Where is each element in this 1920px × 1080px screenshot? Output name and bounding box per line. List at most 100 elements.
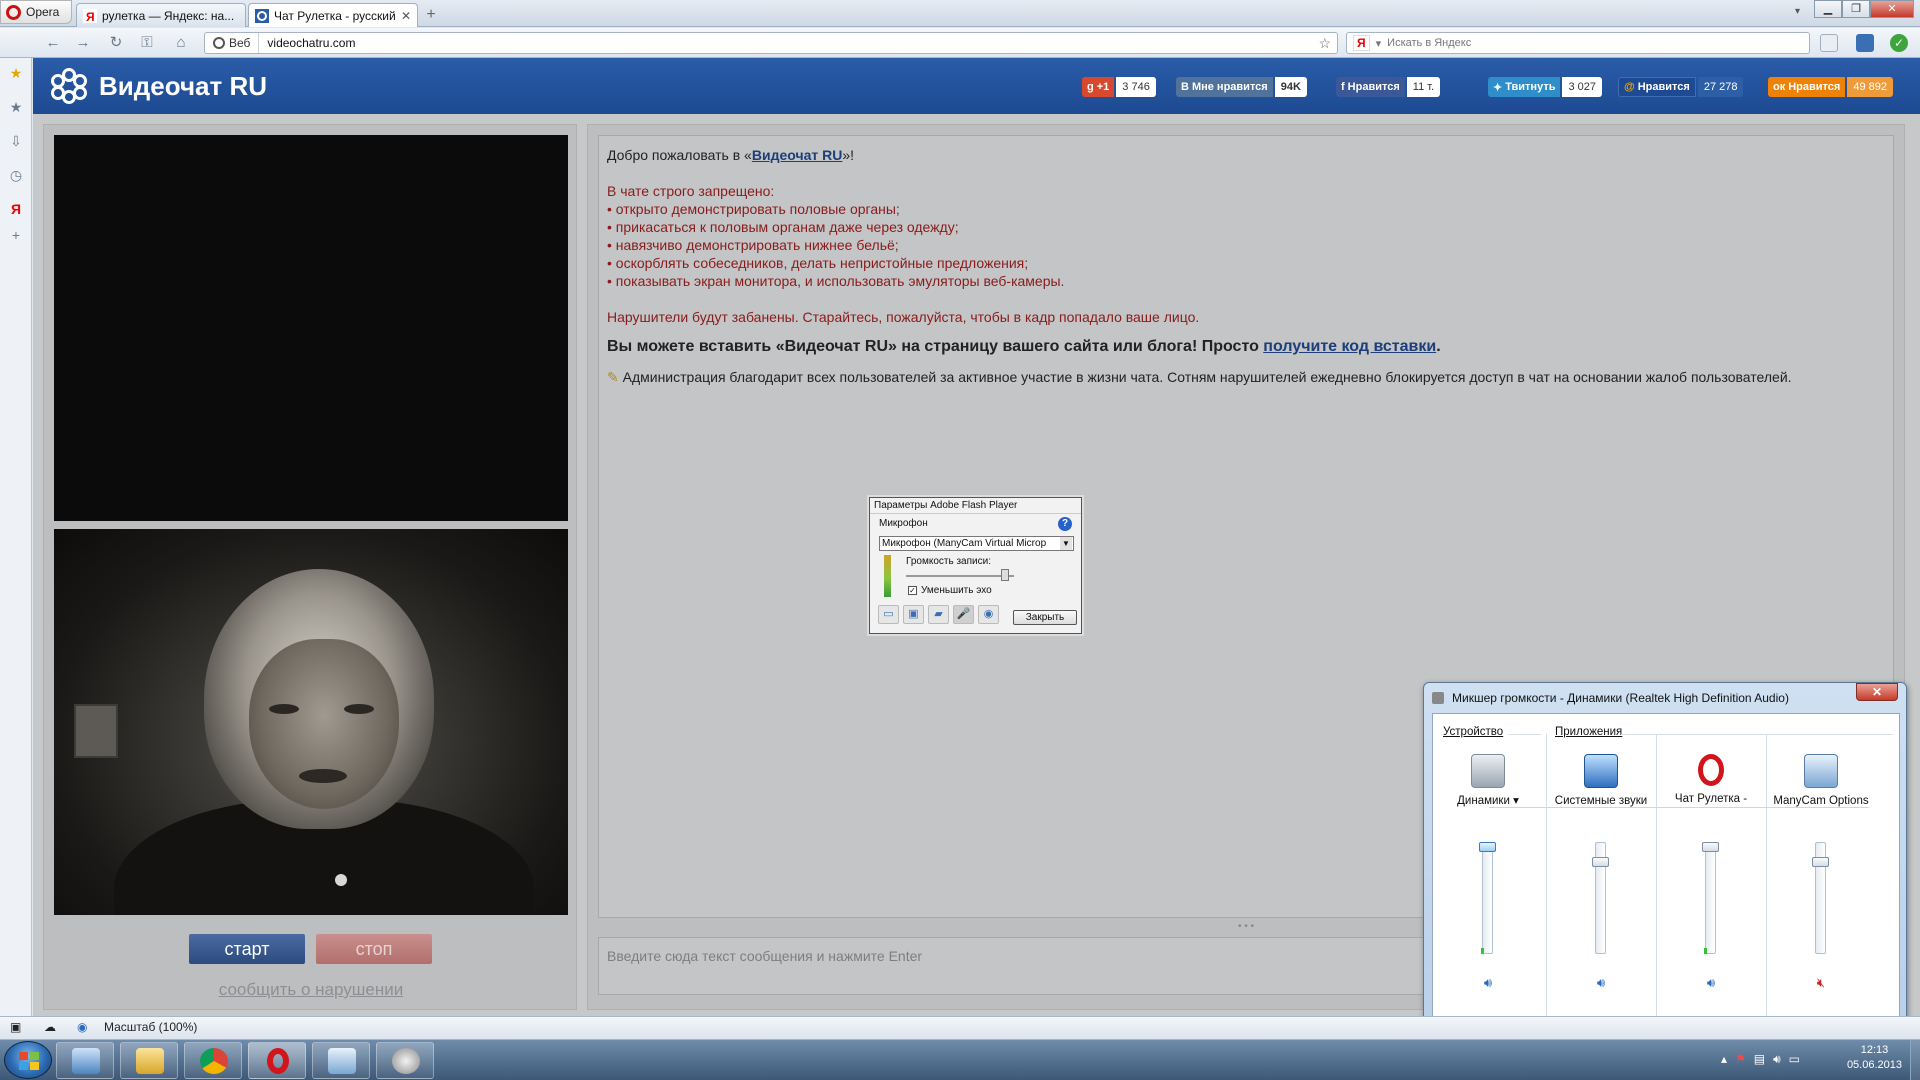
search-dropdown-icon[interactable]: ▾: [1376, 37, 1382, 50]
tab-close-icon[interactable]: ✕: [401, 9, 411, 23]
odnoklassniki-like-widget[interactable]: ок Нравится 49 892: [1768, 77, 1893, 97]
chevron-down-icon[interactable]: ▾: [1513, 795, 1519, 807]
clock[interactable]: 12:13 05.06.2013: [1847, 1043, 1902, 1073]
history-icon[interactable]: ◷: [7, 166, 25, 184]
add-panel-icon[interactable]: +: [7, 226, 25, 244]
taskbar-item-explorer[interactable]: [120, 1042, 178, 1079]
volume-slider[interactable]: [1479, 842, 1496, 852]
volume-track[interactable]: [1482, 842, 1493, 954]
channel-name[interactable]: Динамики ▾: [1433, 794, 1543, 809]
globe-icon: [213, 37, 225, 49]
mailru-like-widget[interactable]: @ Нравится 27 278: [1618, 77, 1744, 97]
taskbar-item-manycam[interactable]: [312, 1042, 370, 1079]
tab-yandex[interactable]: Я рулетка — Яндекс: на...: [76, 3, 246, 27]
home-button[interactable]: ⌂: [170, 33, 192, 53]
storage-tab-icon[interactable]: ▰: [928, 605, 949, 624]
tweet-button[interactable]: ✦ Твитнуть: [1488, 77, 1561, 97]
show-desktop-button[interactable]: [1910, 1040, 1920, 1080]
start-button[interactable]: старт: [189, 934, 305, 964]
address-bar[interactable]: Веб videochatru.com ☆: [204, 32, 1338, 54]
taskbar-item-chrome[interactable]: [184, 1042, 242, 1079]
folder-icon: [136, 1048, 164, 1074]
microphone-select[interactable]: Микрофон (ManyCam Virtual Microp ▼: [879, 536, 1074, 551]
panel-toggle-icon[interactable]: ▣: [10, 1020, 21, 1034]
rule-item: • навязчиво демонстрировать нижнее бельё…: [607, 237, 899, 253]
ban-warning: Нарушители будут забанены. Старайтесь, п…: [607, 309, 1200, 325]
google-plus-widget[interactable]: g +1 3 746: [1082, 77, 1156, 97]
facebook-like-button[interactable]: f Нравится: [1336, 77, 1405, 97]
help-icon[interactable]: ?: [1058, 517, 1072, 531]
mute-button[interactable]: 🔊︎: [1592, 975, 1610, 990]
echo-reduction-option[interactable]: ✓ Уменьшить эхо: [908, 585, 992, 596]
windows-taskbar: ▴ ⚑ ▤ 🔊︎ ▭ 12:13 05.06.2013: [0, 1039, 1920, 1080]
network-warning-icon[interactable]: ⚑: [1735, 1052, 1746, 1067]
bookmarks-icon[interactable]: ★: [7, 98, 25, 116]
display-tray-icon[interactable]: ▭: [1789, 1052, 1800, 1067]
minimize-button[interactable]: ▁: [1814, 0, 1842, 18]
new-tab-button[interactable]: +: [421, 5, 441, 25]
echo-checkbox[interactable]: ✓: [908, 586, 917, 595]
back-button[interactable]: ←: [42, 33, 64, 53]
opera-menu-button[interactable]: Opera: [0, 0, 72, 24]
google-plus-button[interactable]: g +1: [1082, 77, 1115, 97]
tweet-widget[interactable]: ✦ Твитнуть 3 027: [1488, 77, 1603, 97]
vk-like-button[interactable]: В Мне нравится: [1176, 77, 1273, 97]
volume-slider[interactable]: [1592, 857, 1609, 868]
apps-group-label: Приложения: [1555, 726, 1623, 738]
mixer-close-button[interactable]: ✕: [1856, 683, 1898, 701]
taskbar-item-opera[interactable]: [248, 1042, 306, 1079]
mute-button[interactable]: 🔊︎: [1479, 975, 1497, 990]
mute-button[interactable]: 🔊︎: [1702, 975, 1720, 990]
record-volume-slider[interactable]: [1001, 569, 1010, 581]
tab-chat-roulette[interactable]: Чат Рулетка - русский... ✕: [248, 3, 418, 27]
vk-like-widget[interactable]: В Мне нравится 94K: [1176, 77, 1307, 97]
page-icon[interactable]: [1820, 34, 1838, 52]
volume-slider[interactable]: [1702, 842, 1719, 852]
turbo-icon[interactable]: ◉: [77, 1020, 87, 1034]
start-button-windows[interactable]: [4, 1041, 52, 1079]
downloads-icon[interactable]: ⇩: [7, 132, 25, 150]
url-text[interactable]: videochatru.com: [259, 36, 1318, 50]
report-violation-link[interactable]: сообщить о нарушении: [44, 980, 578, 1000]
key-icon[interactable]: ⚿: [136, 33, 158, 53]
restore-button[interactable]: ❐: [1842, 0, 1870, 18]
facebook-like-widget[interactable]: f Нравится 11 т.: [1336, 77, 1441, 97]
window-close-button[interactable]: ✕: [1870, 0, 1914, 18]
speaker-tray-icon[interactable]: 🔊︎: [1773, 1052, 1781, 1067]
muted-speaker-icon[interactable]: 🔇︎: [1812, 975, 1830, 990]
checkmark-icon[interactable]: ✓: [1890, 34, 1908, 52]
system-sounds-icon: [1584, 754, 1618, 788]
forward-button[interactable]: →: [72, 33, 94, 53]
network-icon[interactable]: ▤: [1754, 1052, 1765, 1067]
camera-tab-icon[interactable]: ◉: [978, 605, 999, 624]
search-field[interactable]: Я ▾ Искать в Яндекс: [1346, 32, 1810, 54]
zoom-indicator[interactable]: Масштаб (100%): [104, 1020, 197, 1034]
taskbar-item-desktop[interactable]: [56, 1042, 114, 1079]
site-logo[interactable]: Видеочат RU: [51, 68, 267, 104]
yandex-search-icon[interactable]: Я: [1353, 35, 1370, 51]
star-icon[interactable]: ★: [7, 64, 25, 82]
bookmark-star-icon[interactable]: ☆: [1318, 35, 1337, 52]
flash-close-button[interactable]: Закрыть: [1013, 610, 1077, 625]
cloud-icon[interactable]: ☁: [44, 1020, 56, 1034]
microphone-tab-icon[interactable]: 🎤: [953, 605, 974, 624]
mailru-like-button[interactable]: @ Нравится: [1618, 77, 1696, 97]
tray-expand-icon[interactable]: ▴: [1721, 1052, 1727, 1067]
volume-track[interactable]: [1705, 842, 1716, 954]
stop-button[interactable]: стоп: [316, 934, 432, 964]
taskbar-item-mixer[interactable]: [376, 1042, 434, 1079]
display-tab-icon[interactable]: ▣: [903, 605, 924, 624]
odnoklassniki-like-button[interactable]: ок Нравится: [1768, 77, 1846, 97]
google-plus-label: +1: [1096, 81, 1110, 93]
yandex-icon[interactable]: Я: [7, 200, 25, 218]
web-mode-badge[interactable]: Веб: [205, 33, 260, 53]
download-icon[interactable]: [1856, 34, 1874, 52]
embed-code-link[interactable]: получите код вставки: [1263, 338, 1436, 355]
tweet-count: 3 027: [1562, 77, 1603, 97]
privacy-tab-icon[interactable]: ▭: [878, 605, 899, 624]
tab-menu-icon[interactable]: ▾: [1795, 6, 1800, 17]
reload-button[interactable]: ↻: [105, 33, 127, 53]
site-link[interactable]: Видеочат RU: [752, 147, 842, 163]
record-volume-track[interactable]: [906, 575, 1014, 577]
volume-slider[interactable]: [1812, 857, 1829, 868]
